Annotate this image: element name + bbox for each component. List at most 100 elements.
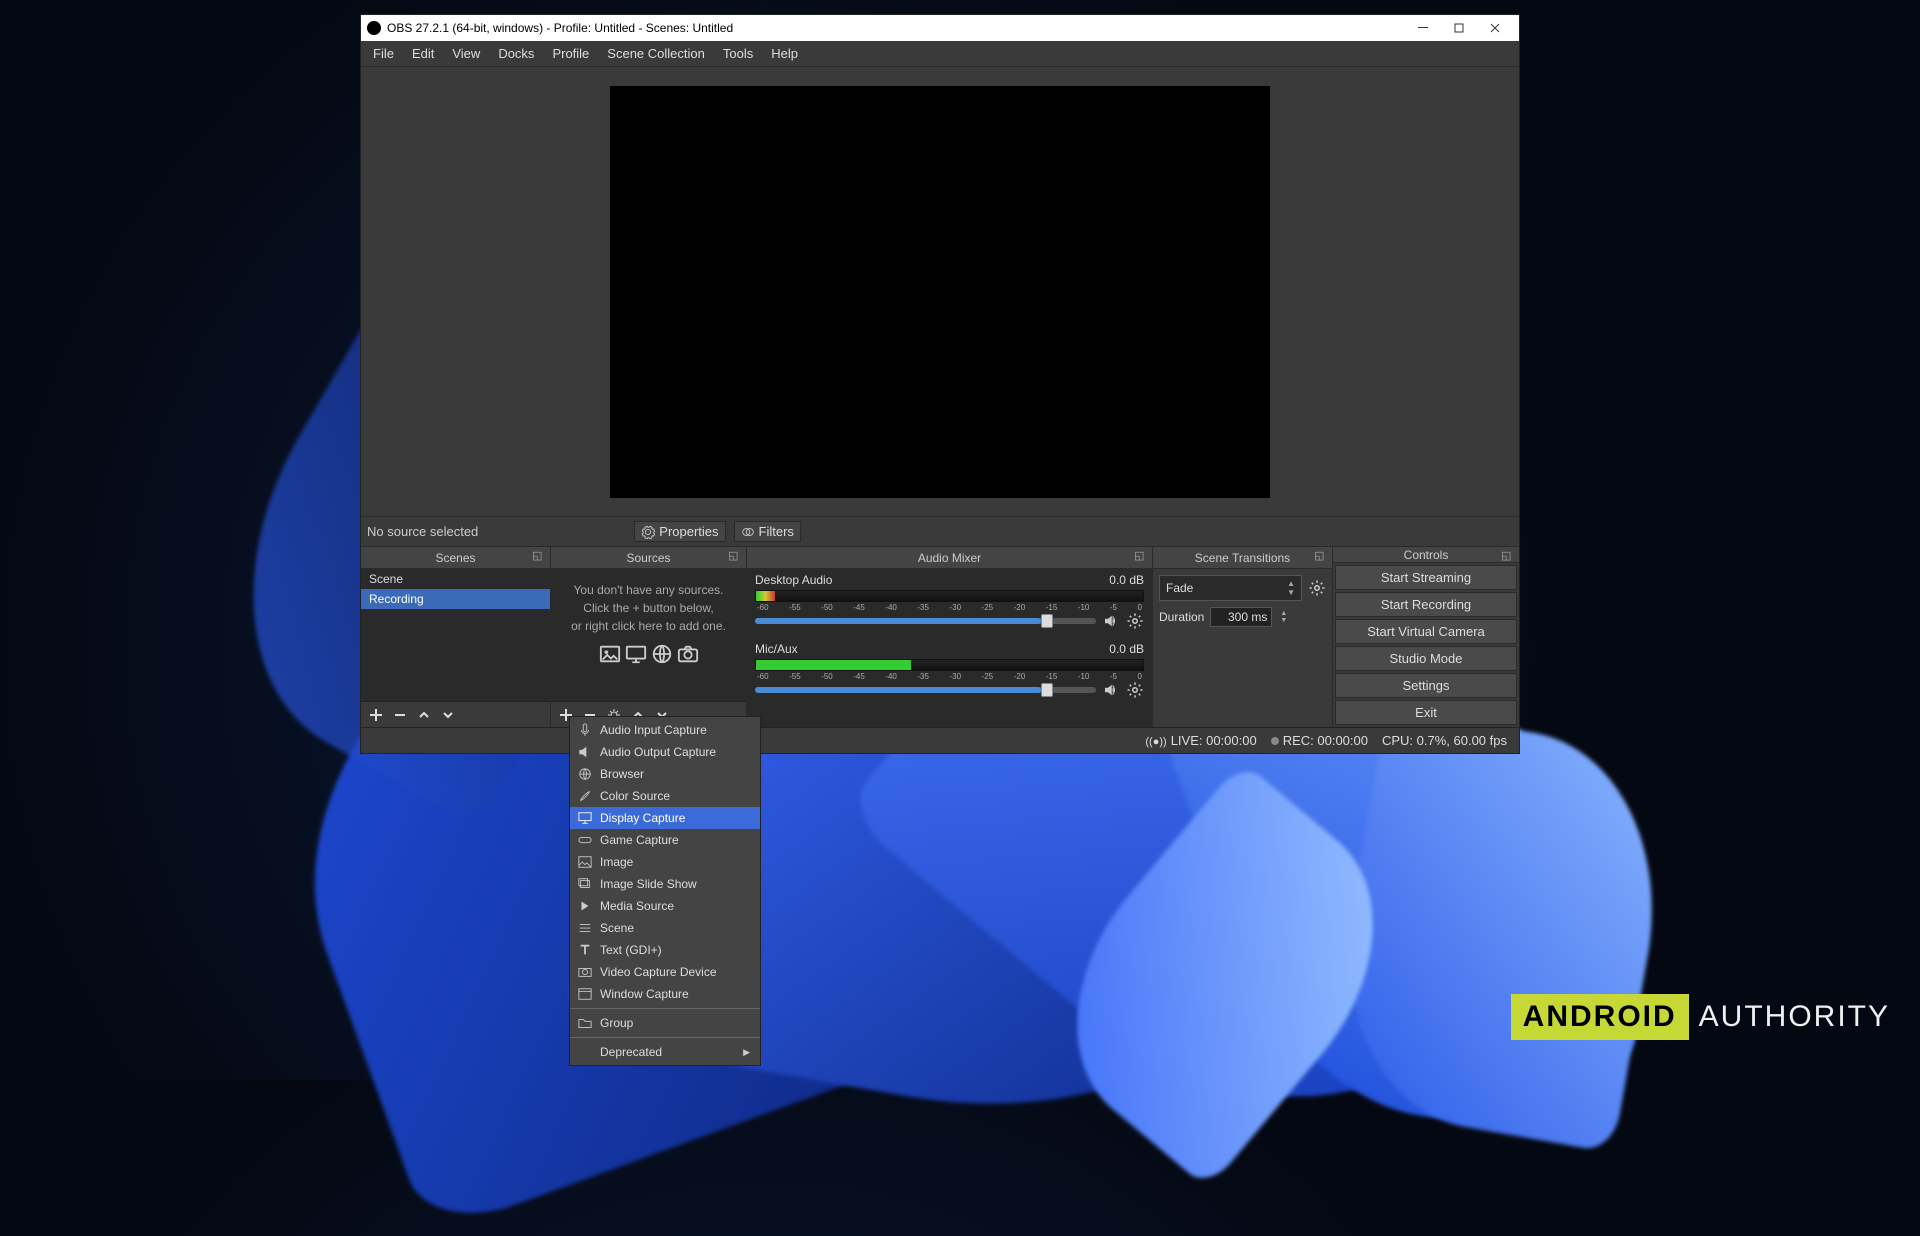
gear-icon[interactable] [1126, 612, 1144, 630]
sources-empty-text: You don't have any sources. Click the + … [551, 569, 746, 677]
camera-icon [677, 643, 699, 665]
speaker-icon[interactable] [1102, 612, 1120, 630]
maximize-button[interactable] [1441, 15, 1477, 41]
watermark: ANDROID AUTHORITY [1511, 994, 1890, 1040]
ctx-deprecated[interactable]: Deprecated▶ [570, 1041, 760, 1063]
window-title: OBS 27.2.1 (64-bit, windows) - Profile: … [387, 21, 733, 35]
ctx-audio-input-capture[interactable]: Audio Input Capture [570, 719, 760, 741]
scenes-add-button[interactable] [365, 704, 387, 726]
scenes-header[interactable]: Scenes ◱ [361, 547, 550, 569]
menu-file[interactable]: File [365, 44, 402, 63]
camera-icon [578, 965, 592, 979]
controls-header[interactable]: Controls ◱ [1333, 547, 1519, 563]
source-toolbar: No source selected Properties Filters [361, 517, 1519, 547]
ctx-audio-output-capture[interactable]: Audio Output Capture [570, 741, 760, 763]
preview-canvas[interactable] [610, 86, 1270, 498]
broadcast-icon: ((●)) [1145, 736, 1166, 748]
gear-icon[interactable] [1308, 579, 1326, 597]
controls-detach-icon[interactable]: ◱ [1501, 549, 1515, 563]
ctx-color-source[interactable]: Color Source [570, 785, 760, 807]
start-virtual-camera-button[interactable]: Start Virtual Camera [1335, 619, 1517, 644]
controls-body: Start Streaming Start Recording Start Vi… [1333, 563, 1519, 727]
sources-detach-icon[interactable]: ◱ [728, 549, 742, 563]
preview-area[interactable] [361, 67, 1519, 517]
properties-button[interactable]: Properties [634, 521, 725, 542]
menu-docks[interactable]: Docks [490, 44, 542, 63]
studio-mode-button[interactable]: Studio Mode [1335, 646, 1517, 671]
transitions-detach-icon[interactable]: ◱ [1314, 549, 1328, 563]
mixer-detach-icon[interactable]: ◱ [1134, 549, 1148, 563]
menu-tools[interactable]: Tools [715, 44, 761, 63]
properties-label: Properties [659, 524, 718, 539]
scenes-list[interactable]: Scene Recording [361, 569, 550, 701]
ctx-media-source[interactable]: Media Source [570, 895, 760, 917]
gamepad-icon [578, 833, 592, 847]
start-streaming-button[interactable]: Start Streaming [1335, 565, 1517, 590]
ctx-video-capture-device[interactable]: Video Capture Device [570, 961, 760, 983]
add-source-context-menu: Audio Input Capture Audio Output Capture… [569, 716, 761, 1066]
ctx-game-capture[interactable]: Game Capture [570, 829, 760, 851]
transition-select[interactable]: Fade ▲▼ [1159, 575, 1302, 601]
speaker-icon[interactable] [1102, 681, 1120, 699]
folder-icon [578, 1016, 592, 1030]
scene-item-scene[interactable]: Scene [361, 569, 550, 589]
menu-help[interactable]: Help [763, 44, 806, 63]
scenes-toolbar [361, 701, 550, 727]
mixer-ticks: -60-55-50-45-40-35-30-25-20-15-10-50 [755, 603, 1144, 612]
ctx-scene[interactable]: Scene [570, 917, 760, 939]
ctx-text-gdi[interactable]: Text (GDI+) [570, 939, 760, 961]
cpu-status: CPU: 0.7%, 60.00 fps [1382, 733, 1507, 748]
duration-spinner[interactable]: ▲▼ [1278, 610, 1289, 624]
scenes-up-button[interactable] [413, 704, 435, 726]
status-bar: ((●))LIVE: 00:00:00 REC: 00:00:00 CPU: 0… [361, 727, 1519, 753]
transitions-body: Fade ▲▼ Duration 300 ms ▲▼ [1153, 569, 1332, 727]
sources-list[interactable]: You don't have any sources. Click the + … [551, 569, 746, 701]
mixer-meter [755, 659, 1144, 671]
close-button[interactable] [1477, 15, 1513, 41]
scenes-down-button[interactable] [437, 704, 459, 726]
ctx-browser[interactable]: Browser [570, 763, 760, 785]
duration-spinbox[interactable]: 300 ms [1210, 607, 1272, 627]
exit-button[interactable]: Exit [1335, 700, 1517, 725]
gear-icon[interactable] [1126, 681, 1144, 699]
menu-view[interactable]: View [444, 44, 488, 63]
scenes-dock: Scenes ◱ Scene Recording [361, 547, 551, 727]
controls-dock: Controls ◱ Start Streaming Start Recordi… [1333, 547, 1519, 727]
scenes-remove-button[interactable] [389, 704, 411, 726]
sources-header[interactable]: Sources ◱ [551, 547, 746, 569]
image-icon [599, 643, 621, 665]
image-icon [578, 855, 592, 869]
mixer-volume-slider[interactable] [755, 687, 1096, 693]
mixer-header[interactable]: Audio Mixer ◱ [747, 547, 1152, 569]
docks-row: Scenes ◱ Scene Recording Sources ◱ [361, 547, 1519, 727]
menu-scene-collection[interactable]: Scene Collection [599, 44, 713, 63]
ctx-group[interactable]: Group [570, 1012, 760, 1034]
scene-item-recording[interactable]: Recording [361, 589, 550, 609]
ctx-image-slide-show[interactable]: Image Slide Show [570, 873, 760, 895]
window-icon [578, 987, 592, 1001]
settings-button[interactable]: Settings [1335, 673, 1517, 698]
mixer-meter [755, 590, 1144, 602]
menu-edit[interactable]: Edit [404, 44, 442, 63]
ctx-display-capture[interactable]: Display Capture [570, 807, 760, 829]
globe-icon [651, 643, 673, 665]
record-dot-icon [1271, 737, 1279, 745]
menu-profile[interactable]: Profile [544, 44, 597, 63]
text-icon [578, 943, 592, 957]
mixer-body: Desktop Audio 0.0 dB -60-55-50-45-40-35-… [747, 569, 1152, 727]
start-recording-button[interactable]: Start Recording [1335, 592, 1517, 617]
brush-icon [578, 789, 592, 803]
speaker-icon [578, 745, 592, 759]
submenu-arrow-icon: ▶ [743, 1044, 750, 1060]
watermark-brand: ANDROID [1511, 994, 1689, 1040]
ctx-window-capture[interactable]: Window Capture [570, 983, 760, 1005]
ctx-image[interactable]: Image [570, 851, 760, 873]
window-titlebar[interactable]: OBS 27.2.1 (64-bit, windows) - Profile: … [361, 15, 1519, 41]
filters-button[interactable]: Filters [734, 521, 801, 542]
monitor-icon [625, 643, 647, 665]
mixer-volume-slider[interactable] [755, 618, 1096, 624]
mixer-ch-name: Desktop Audio [755, 573, 832, 587]
transitions-header[interactable]: Scene Transitions ◱ [1153, 547, 1332, 569]
minimize-button[interactable] [1405, 15, 1441, 41]
scenes-detach-icon[interactable]: ◱ [532, 549, 546, 563]
